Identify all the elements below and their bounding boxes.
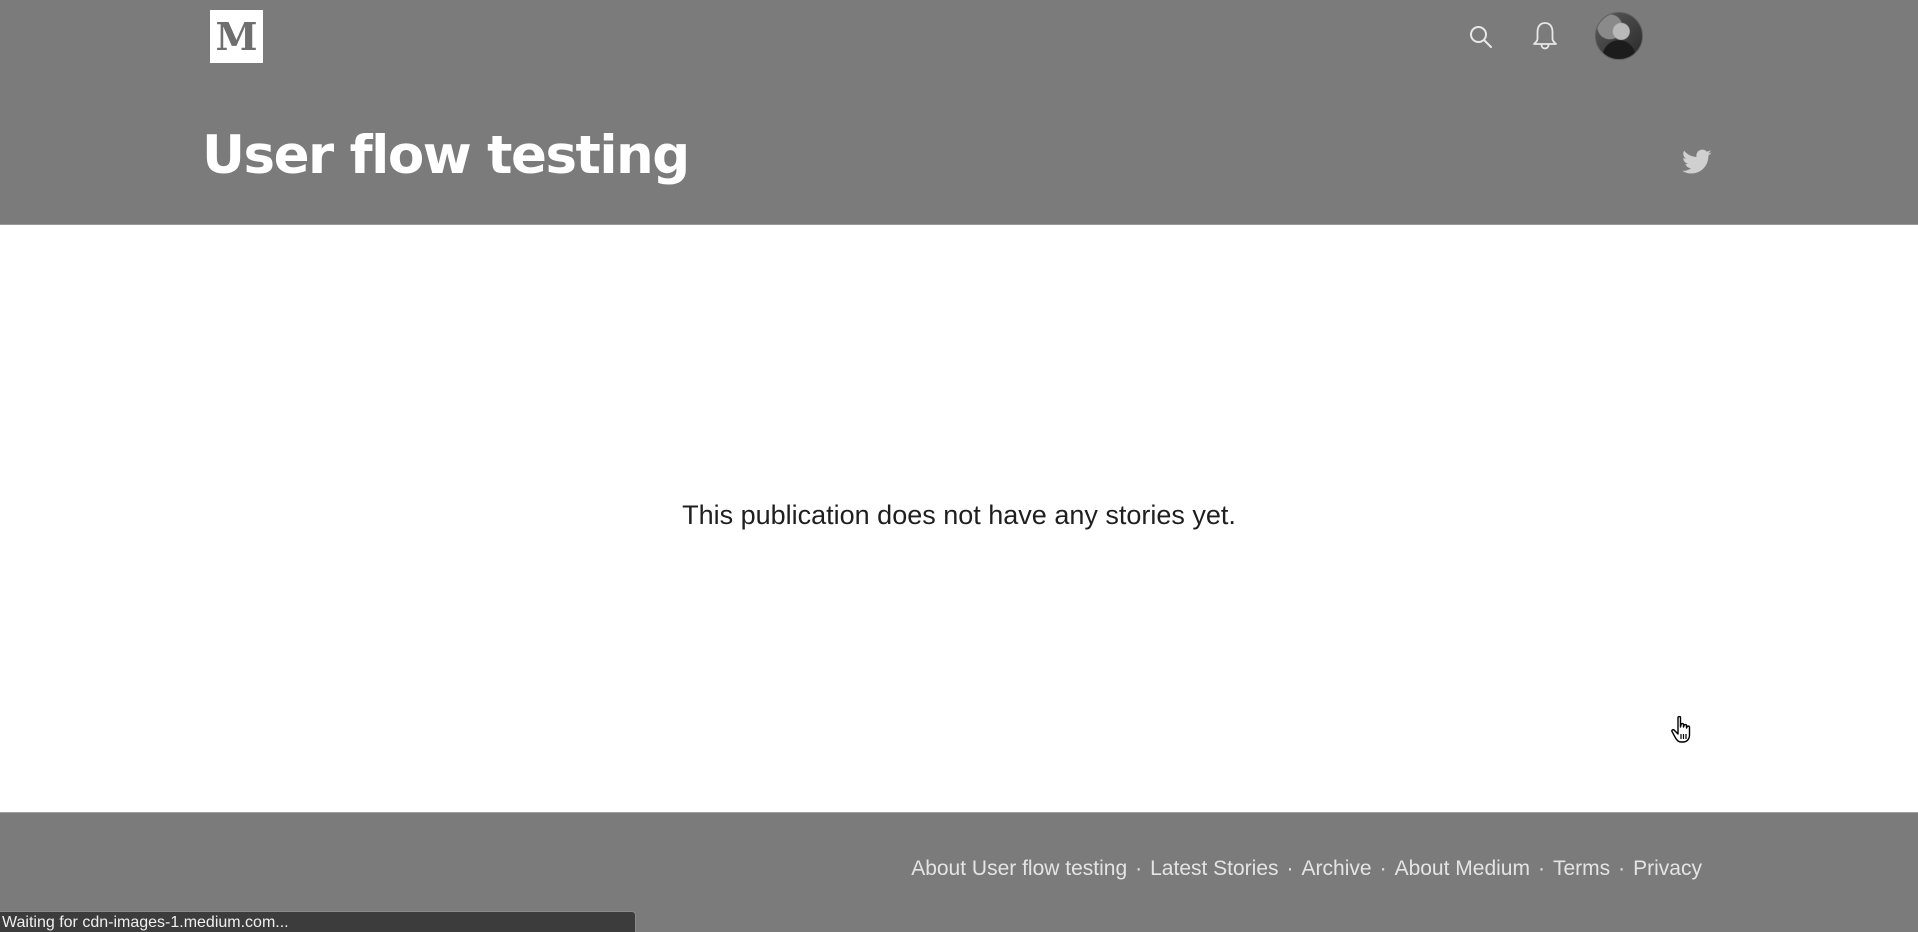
footer-link-about-publication[interactable]: About User flow testing	[911, 857, 1127, 881]
footer-link-latest-stories[interactable]: Latest Stories	[1150, 857, 1278, 881]
empty-stories-message: This publication does not have any stori…	[682, 500, 1236, 530]
notifications-button[interactable]	[1528, 18, 1562, 54]
publication-header: M User flow testing	[0, 0, 1918, 225]
bell-icon	[1533, 22, 1557, 50]
footer-separator: ·	[1618, 857, 1626, 880]
browser-status-bar: Waiting for cdn-images-1.medium.com...	[0, 911, 636, 932]
footer-separator: ·	[1379, 857, 1387, 880]
footer-separator: ·	[1135, 857, 1143, 880]
medium-logo[interactable]: M	[210, 10, 263, 63]
medium-logo-letter: M	[215, 13, 258, 59]
search-icon	[1470, 26, 1492, 48]
footer-separator: ·	[1537, 857, 1545, 880]
footer-link-terms[interactable]: Terms	[1553, 857, 1610, 881]
main-content: This publication does not have any stori…	[0, 226, 1918, 812]
footer-link-privacy[interactable]: Privacy	[1633, 857, 1702, 881]
twitter-icon	[1682, 149, 1712, 174]
search-button[interactable]	[1464, 20, 1498, 54]
footer-links: About User flow testing · Latest Stories…	[911, 857, 1702, 881]
footer-link-archive[interactable]: Archive	[1302, 857, 1372, 881]
twitter-link[interactable]	[1680, 146, 1714, 178]
user-avatar[interactable]	[1595, 12, 1643, 60]
footer-link-about-medium[interactable]: About Medium	[1395, 857, 1530, 881]
footer-separator: ·	[1286, 857, 1294, 880]
publication-title[interactable]: User flow testing	[202, 124, 690, 188]
